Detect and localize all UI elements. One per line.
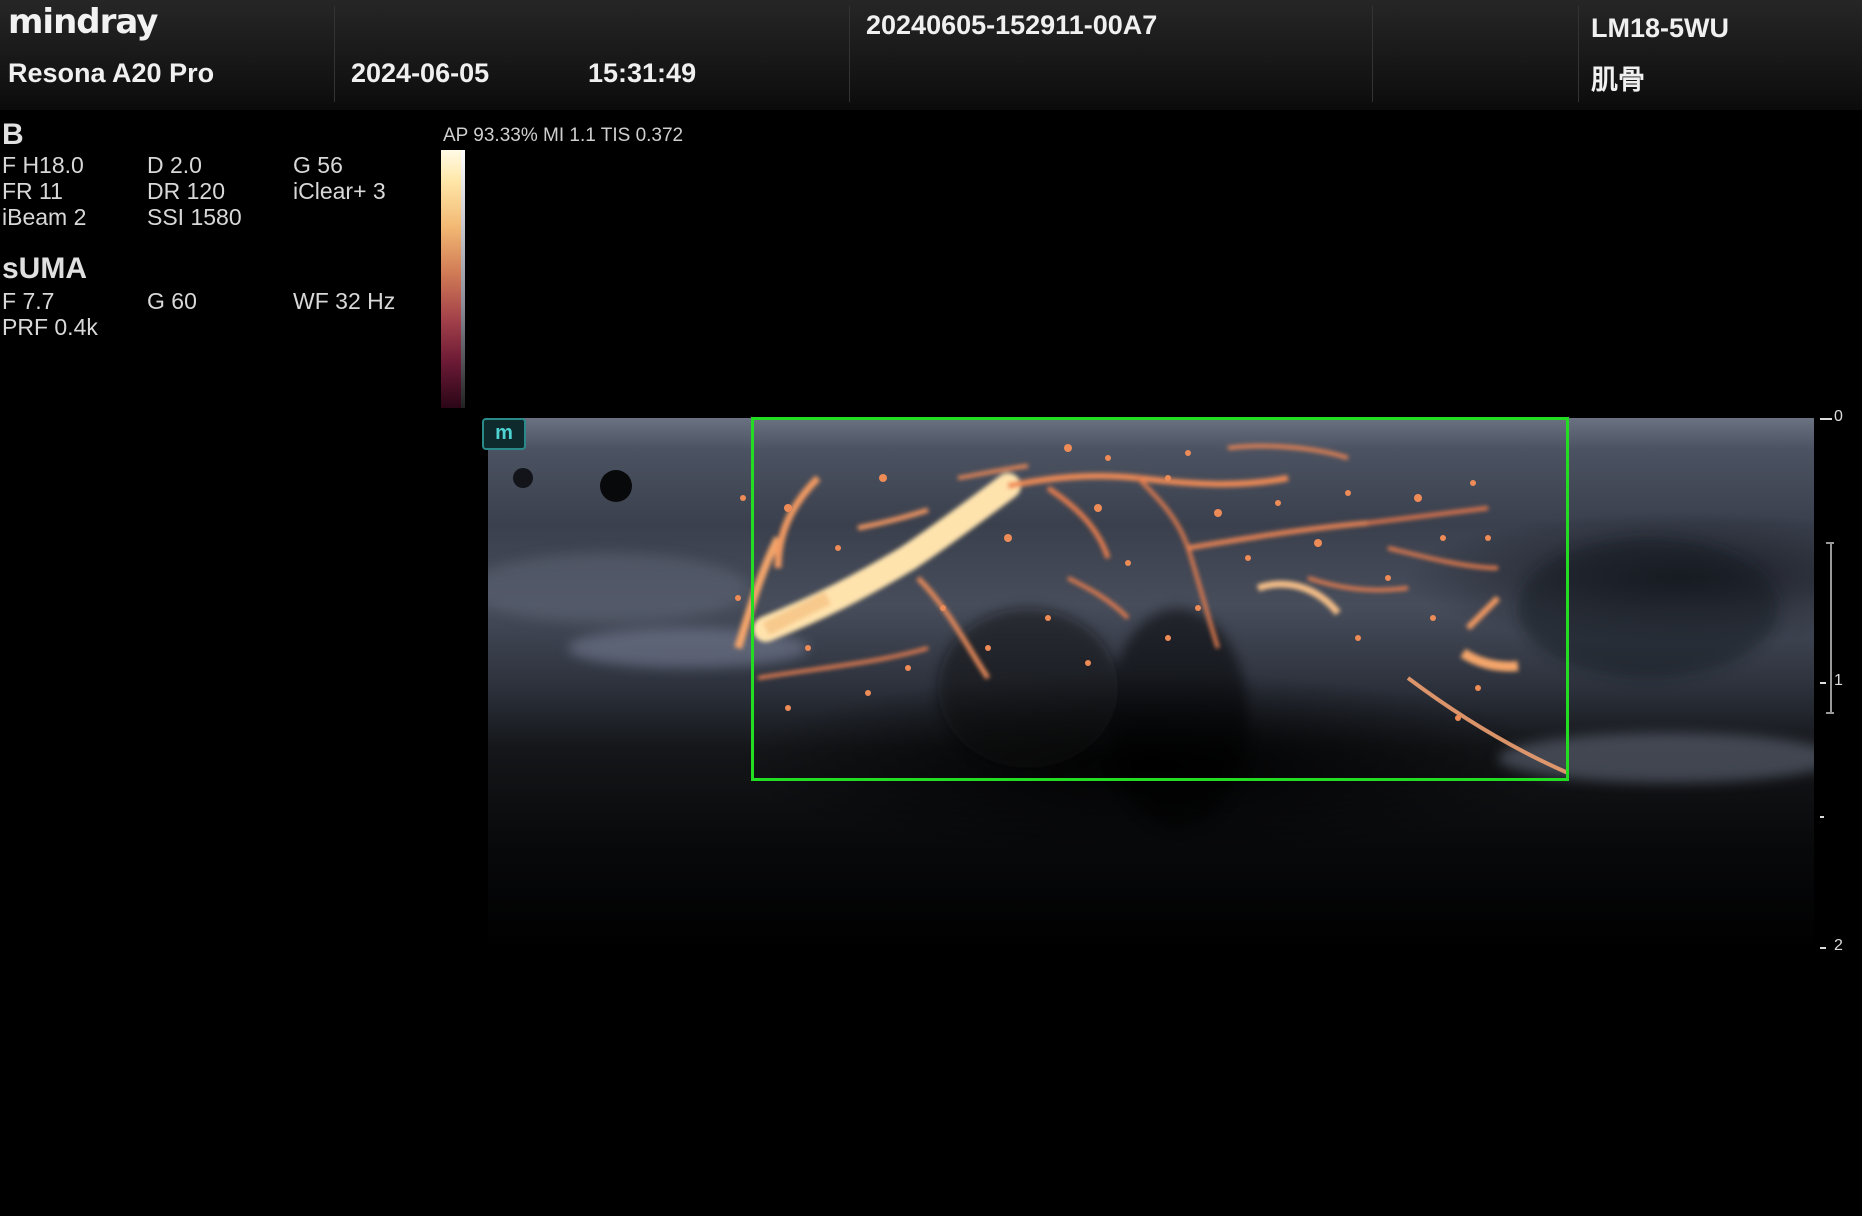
b-param-ssi: SSI 1580 bbox=[147, 204, 242, 230]
dark-spot bbox=[513, 468, 533, 488]
brand-logo: mindray bbox=[8, 2, 158, 42]
depth-tick bbox=[1820, 418, 1832, 420]
exam-id: 20240605-152911-00A7 bbox=[866, 10, 1158, 40]
device-model: Resona A20 Pro bbox=[8, 58, 215, 88]
depth-tick bbox=[1820, 682, 1826, 684]
exam-time: 15:31:49 bbox=[588, 58, 697, 88]
depth-scale: 0 1 2 bbox=[1820, 408, 1860, 958]
b-param-framerate: FR 11 bbox=[2, 178, 63, 204]
header-divider bbox=[849, 6, 850, 102]
suma-param-wall-filter: WF 32 Hz bbox=[293, 288, 396, 314]
depth-label-0: 0 bbox=[1834, 408, 1843, 425]
depth-tick bbox=[1820, 947, 1826, 949]
depth-tick-minor bbox=[1820, 816, 1824, 818]
b-param-depth: D 2.0 bbox=[147, 152, 202, 178]
color-map-bar bbox=[441, 150, 465, 408]
suma-param-gain: G 60 bbox=[147, 288, 197, 314]
depth-label-1: 1 bbox=[1834, 672, 1843, 689]
header-divider bbox=[334, 6, 335, 102]
m-badge-icon: m bbox=[482, 418, 526, 450]
suma-param-prf: PRF 0.4k bbox=[2, 314, 98, 340]
focus-marker-cap bbox=[1826, 712, 1834, 714]
b-mode-label: B bbox=[2, 118, 24, 151]
exam-date: 2024-06-05 bbox=[351, 58, 490, 88]
focus-marker-cap bbox=[1826, 542, 1834, 544]
b-param-focus: F H18.0 bbox=[2, 152, 84, 178]
focus-marker bbox=[1830, 542, 1832, 714]
probe-name: LM18-5WU bbox=[1591, 13, 1730, 43]
b-param-dynamic-range: DR 120 bbox=[147, 178, 225, 204]
b-param-iclear: iClear+ 3 bbox=[293, 178, 386, 204]
header-divider bbox=[1372, 6, 1373, 102]
suma-param-frequency: F 7.7 bbox=[2, 288, 55, 314]
depth-label-2: 2 bbox=[1834, 937, 1843, 954]
header-divider bbox=[1578, 6, 1579, 102]
b-param-gain: G 56 bbox=[293, 152, 343, 178]
dark-spot bbox=[600, 470, 632, 502]
preset-name: 肌骨 bbox=[1591, 65, 1645, 95]
suma-mode-label: sUMA bbox=[2, 252, 88, 285]
acoustic-output: AP 93.33% MI 1.1 TIS 0.372 bbox=[443, 125, 684, 146]
region-of-interest-box[interactable] bbox=[751, 417, 1569, 781]
b-param-ibeam: iBeam 2 bbox=[2, 204, 87, 230]
